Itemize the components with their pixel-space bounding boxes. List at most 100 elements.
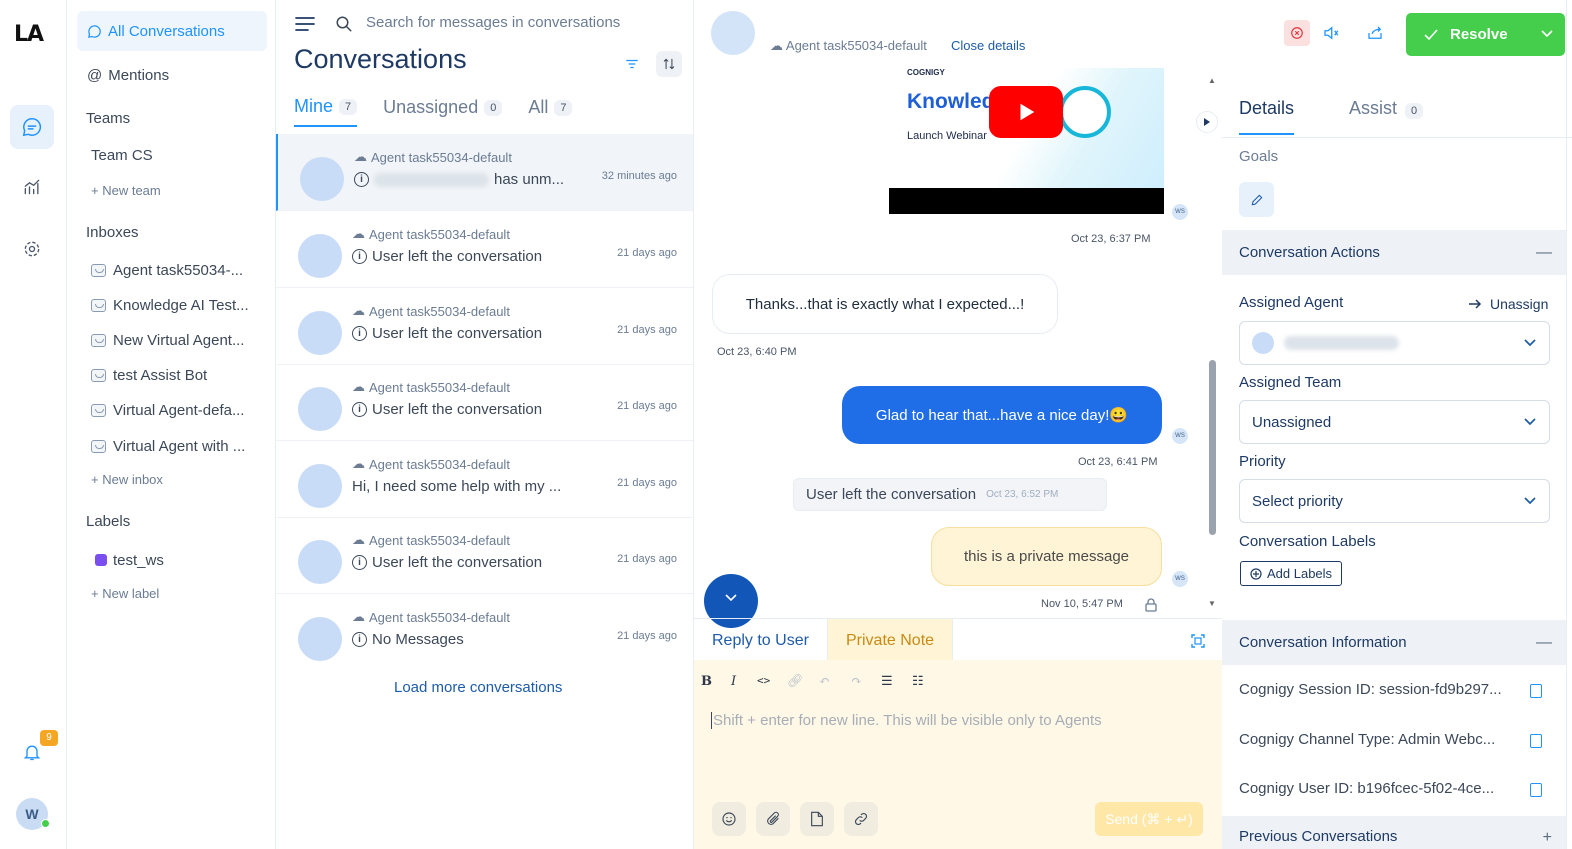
hamburger-menu-icon[interactable] [295, 16, 315, 32]
sidebar-item-inbox[interactable]: Agent task55034-... [77, 250, 267, 290]
conversation-inbox-name: ☁ Agent task55034-default [352, 226, 510, 242]
user-id-field: Cognigy User ID: b196fcec-5f02-4ce... [1239, 780, 1495, 797]
inboxes-heading: Inboxes [86, 224, 139, 241]
code-button[interactable]: <> [757, 674, 770, 687]
sidebar-item-inbox[interactable]: New Virtual Agent... [77, 320, 267, 360]
tab-all[interactable]: All 7 [528, 96, 573, 127]
filter-icon[interactable] [625, 57, 639, 71]
chevron-down-icon[interactable] [1541, 30, 1553, 38]
copy-icon[interactable] [1530, 734, 1542, 748]
assigned-agent-select[interactable] [1239, 321, 1550, 365]
private-note-editor: B I <> 🔗︎ ↶ ↷ ☰ ☷ Shift + enter for new … [694, 660, 1222, 849]
sidebar-item-team-cs[interactable]: Team CS [77, 135, 267, 175]
session-id-field: Cognigy Session ID: session-fd9b297... [1239, 681, 1502, 698]
new-inbox-link[interactable]: + New inbox [91, 472, 163, 487]
cloud-icon: ☁ [352, 609, 365, 624]
edit-goals-button[interactable] [1239, 182, 1274, 217]
sidebar-item-inbox[interactable]: Virtual Agent-defa... [77, 390, 267, 430]
bullet-list-icon[interactable]: ☰ [881, 674, 893, 689]
tab-details[interactable]: Details [1239, 98, 1295, 135]
italic-button[interactable]: I [731, 674, 736, 689]
tab-unassigned[interactable]: Unassigned 0 [383, 96, 503, 127]
reports-nav-button[interactable] [10, 165, 54, 209]
sidebar-item-all-conversations[interactable]: All Conversations [77, 11, 267, 51]
send-button[interactable]: Send (⌘ + ↵) [1095, 802, 1203, 836]
undo-icon[interactable]: ↶ [819, 674, 830, 689]
sidebar-item-inbox[interactable]: test Assist Bot [77, 355, 267, 395]
bold-button[interactable]: B [701, 674, 712, 689]
conversation-row[interactable]: ☁ Agent task55034-default Hi, I need some… [276, 441, 693, 518]
assigned-team-select[interactable]: Unassigned [1239, 400, 1550, 444]
numbered-list-icon[interactable]: ☷ [912, 674, 924, 689]
link-icon[interactable]: 🔗︎ [787, 674, 804, 689]
search-icon[interactable] [335, 15, 353, 33]
load-more-button[interactable]: Load more conversations [394, 679, 562, 696]
app-logo[interactable]: LA [14, 22, 44, 47]
message-time: Oct 23, 6:40 PM [717, 346, 797, 358]
primary-nav-rail: LA 9 W [0, 0, 67, 849]
sidebar-item-label: All Conversations [108, 22, 225, 40]
agent-avatar: WS [1172, 571, 1188, 587]
attach-button[interactable] [756, 802, 790, 836]
collapse-icon: — [1536, 633, 1552, 651]
insert-link-button[interactable] [844, 802, 878, 836]
emoji-button[interactable] [712, 802, 746, 836]
inbox-icon [91, 403, 106, 417]
sort-button[interactable] [656, 51, 682, 77]
sidebar-item-label: Virtual Agent-defa... [113, 401, 245, 419]
copy-icon[interactable] [1530, 783, 1542, 797]
resolve-button[interactable]: Resolve [1406, 13, 1565, 56]
conversation-row[interactable]: ☁ Agent task55034-default i User left the … [276, 517, 693, 594]
resolve-label: Resolve [1450, 26, 1508, 43]
lock-icon [1145, 598, 1157, 612]
conversation-time: 21 days ago [617, 247, 677, 259]
contact-avatar [300, 157, 344, 201]
search-input[interactable]: Search for messages in conversations [366, 14, 620, 31]
expand-editor-icon[interactable] [1191, 634, 1205, 648]
conversations-nav-button[interactable] [10, 105, 54, 149]
scrollbar-thumb[interactable] [1209, 360, 1216, 535]
tab-mine[interactable]: Mine 7 [294, 96, 358, 127]
conversation-information-header[interactable]: Conversation Information — [1222, 620, 1566, 665]
pencil-icon [1251, 194, 1262, 205]
expand-panel-button[interactable] [1196, 111, 1218, 133]
redo-icon[interactable]: ↷ [851, 674, 862, 689]
conversation-actions-header[interactable]: Conversation Actions — [1222, 230, 1566, 275]
copy-icon[interactable] [1530, 684, 1542, 698]
canned-response-button[interactable] [800, 802, 834, 836]
conversation-row[interactable]: ☁ Agent task55034-default i User left the … [276, 288, 693, 365]
conversation-last-message: Hi, I need some help with my ... [352, 478, 562, 495]
new-label-link[interactable]: + New label [91, 586, 159, 601]
priority-select[interactable]: Select priority [1239, 479, 1550, 523]
settings-nav-button[interactable] [10, 227, 54, 271]
sidebar-item-mentions[interactable]: @ Mentions [77, 55, 267, 95]
conversation-row[interactable]: ☁ Agent task55034-default i No Messages 21… [276, 594, 693, 671]
conversation-row[interactable]: ☁ Agent task55034-default i has unm... 32 … [276, 134, 693, 211]
tab-private-note[interactable]: Private Note [827, 619, 954, 662]
sidebar-item-inbox[interactable]: Knowledge AI Test... [77, 285, 267, 325]
conversation-last-message: i User left the conversation [352, 325, 542, 342]
new-team-link[interactable]: + New team [91, 183, 161, 198]
agent-avatar: WS [1172, 204, 1188, 220]
unassign-button[interactable]: Unassign [1468, 296, 1548, 312]
message-time: Oct 23, 6:41 PM [1078, 456, 1158, 468]
chat-bubble-icon [88, 24, 101, 38]
contact-avatar[interactable] [711, 11, 755, 55]
previous-conversations-header[interactable]: Previous Conversations + [1222, 816, 1566, 849]
scroll-up-arrow[interactable]: ▲ [1208, 76, 1216, 85]
message-input[interactable]: Shift + enter for new line. This will be… [711, 712, 1102, 729]
close-details-link[interactable]: Close details [951, 38, 1025, 53]
online-status-dot [41, 819, 50, 828]
tab-assist[interactable]: Assist 0 [1349, 98, 1424, 133]
conversation-row[interactable]: ☁ Agent task55034-default i User left the … [276, 364, 693, 441]
sidebar-item-label-test-ws[interactable]: test_ws [77, 540, 267, 580]
youtube-play-icon[interactable] [989, 86, 1063, 138]
video-thumbnail[interactable]: COGNIGY Knowled Launch Webinar [889, 68, 1164, 214]
sort-arrows-icon [663, 58, 675, 70]
conversation-row[interactable]: ☁ Agent task55034-default i User left the … [276, 211, 693, 288]
sidebar-item-inbox[interactable]: Virtual Agent with ... [77, 426, 267, 466]
tab-reply-to-user[interactable]: Reply to User [694, 619, 827, 662]
info-icon: i [352, 249, 367, 264]
add-labels-button[interactable]: Add Labels [1240, 561, 1343, 586]
scroll-down-arrow[interactable]: ▼ [1208, 599, 1216, 608]
